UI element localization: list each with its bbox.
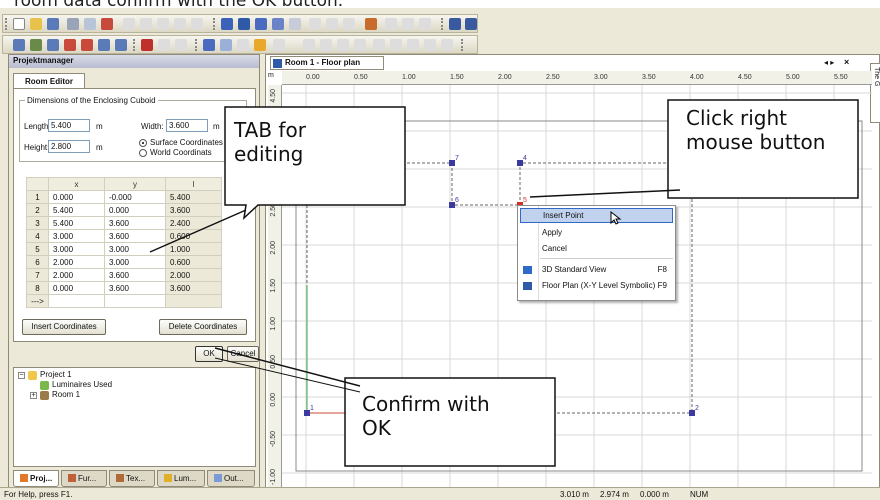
callout-confirm-pointer-2 (214, 357, 361, 393)
callout-confirm-pointer (214, 347, 361, 387)
callout-right-click-pointer (529, 189, 681, 198)
callout-tab-pointer (149, 209, 247, 253)
callout-tab-text: TAB for editing (234, 118, 306, 167)
callout-confirm-text: Confirm with OK (362, 392, 490, 441)
callout-right-click-text: Click right mouse button (686, 106, 826, 155)
